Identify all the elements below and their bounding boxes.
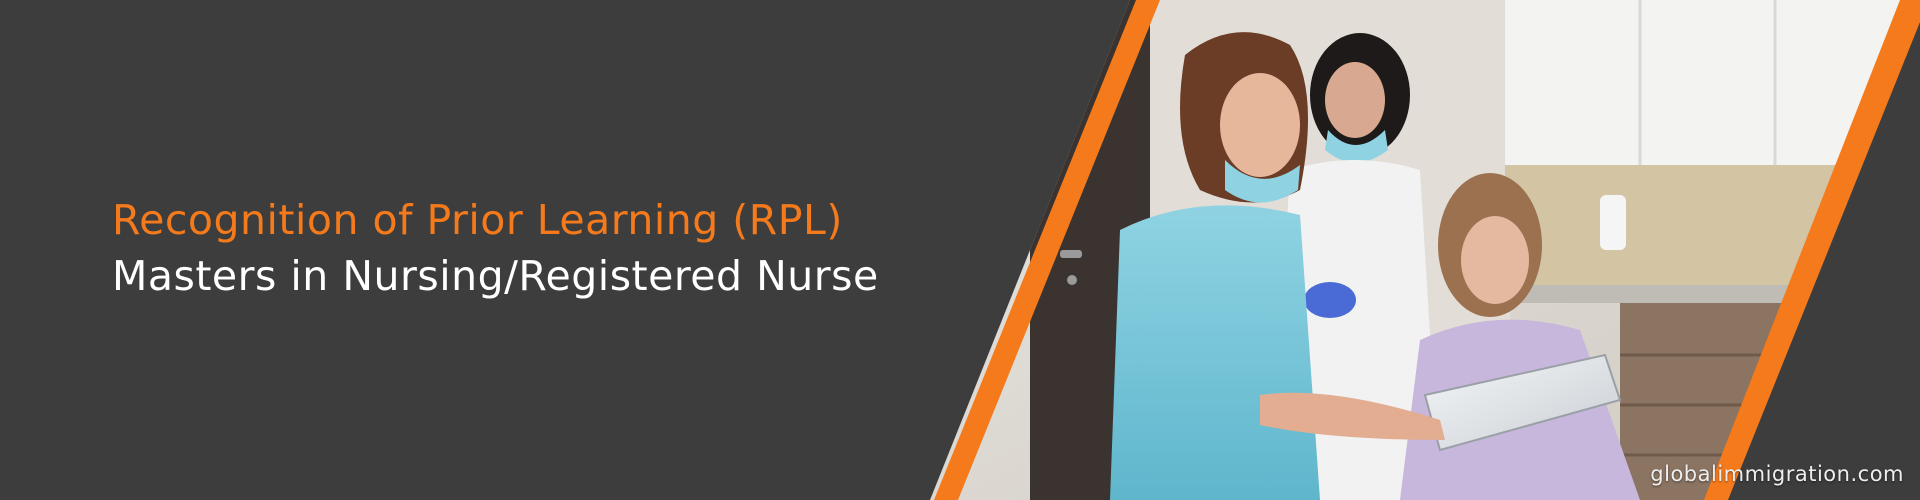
headline: Recognition of Prior Learning (RPL) Mast… bbox=[112, 192, 972, 304]
website-watermark: globalimmigration.com bbox=[1650, 462, 1904, 486]
rpl-banner: Recognition of Prior Learning (RPL) Mast… bbox=[0, 0, 1920, 500]
headline-subtitle: Masters in Nursing/Registered Nurse bbox=[112, 252, 879, 300]
headline-title: Recognition of Prior Learning (RPL) bbox=[112, 196, 843, 244]
